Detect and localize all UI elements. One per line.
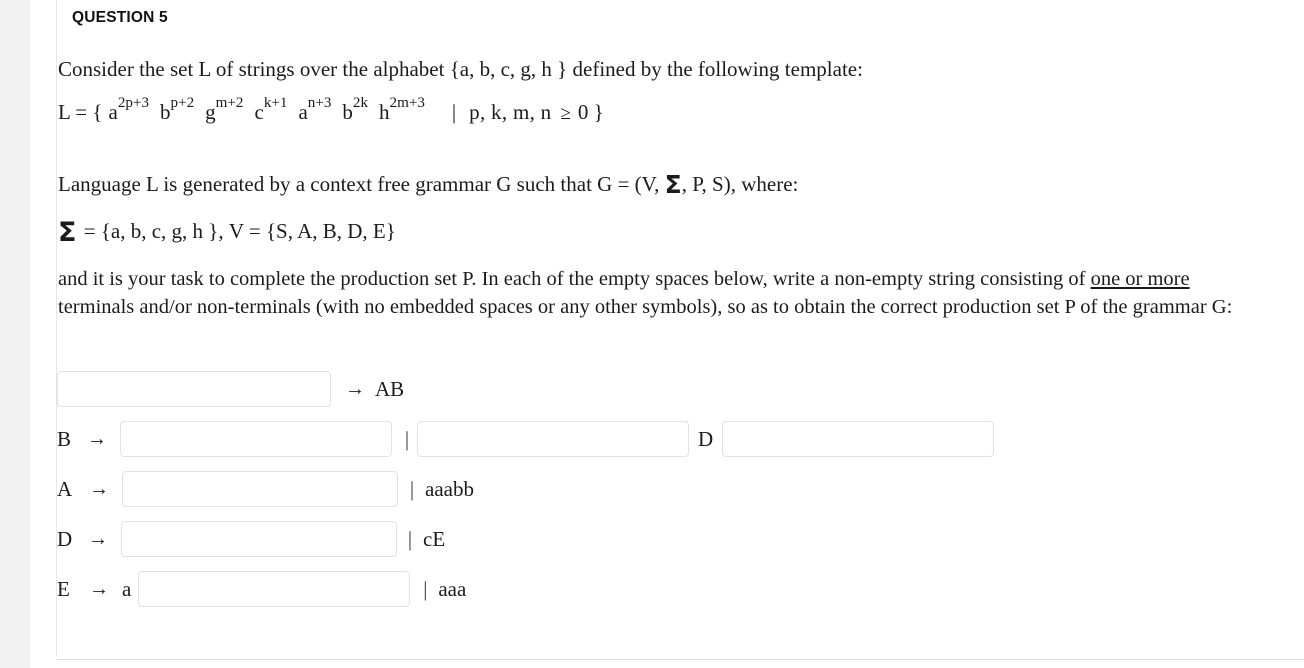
template-bound: 0 } [577, 100, 604, 124]
sigma-icon: Σ [58, 217, 77, 248]
template-separator: | [451, 100, 457, 124]
template-term-1: bp+2 [160, 95, 195, 124]
arrow-icon-d: → [88, 527, 108, 550]
production-blank-d-1[interactable] [121, 521, 397, 557]
sigma-icon-inline: Σ [664, 170, 682, 199]
template-term-3: ck+1 [254, 95, 288, 124]
arrow-icon-b: → [87, 427, 107, 450]
grammar-sentence-suffix: , P, S), where: [681, 172, 799, 196]
production-lhs-b: B [57, 426, 72, 451]
template-relation: ≥ [560, 103, 571, 124]
template-term-2: gm+2 [205, 95, 244, 124]
production-blank-b-1[interactable] [120, 421, 392, 457]
page-title: QUESTION 5 [72, 9, 168, 26]
production-pipe-d: | [407, 526, 413, 551]
production-alt-s: AB [375, 376, 405, 401]
production-blank-b-3[interactable] [722, 421, 995, 457]
production-midlabel-b: D [698, 426, 714, 451]
production-lhs-e: E [57, 576, 70, 601]
arrow-icon-e: → [89, 577, 109, 600]
production-blank-s-1[interactable] [57, 371, 331, 407]
production-pipe-e: | [423, 576, 428, 601]
template-term-0: a2p+3 [108, 95, 149, 124]
grammar-sentence-prefix: Language L is generated by a context fre… [58, 172, 665, 196]
production-row-b: B → | D [57, 420, 995, 458]
template-variables: p, k, m, n [469, 100, 552, 124]
intro-sentence: Consider the set L of strings over the a… [58, 57, 863, 81]
task-instructions-part2: terminals and/or non-terminals (with no … [58, 295, 1233, 318]
task-instructions-part1: and it is your task to complete the prod… [58, 268, 1091, 290]
production-pipe-a: | [409, 476, 415, 501]
template-lhs: L = { [58, 100, 103, 124]
template-term-4: an+3 [298, 95, 332, 124]
question-page: QUESTION 5 Consider the set L of strings… [57, 0, 1304, 668]
production-blank-e-1[interactable] [138, 571, 411, 607]
production-pipe-b-1: | [404, 426, 410, 451]
arrow-icon-a: → [89, 477, 109, 500]
production-lhs-a: A [57, 476, 73, 501]
grammar-sentence: Language L is generated by a context fre… [58, 171, 798, 199]
production-row-s: → AB [57, 370, 404, 408]
template-term-5: b2k [342, 95, 369, 124]
production-row-a: A → | aaabb [57, 470, 474, 508]
production-alt-e: aaa [438, 576, 467, 601]
arrow-icon-s: → [345, 377, 365, 400]
task-instructions-emphasis: one or more [1090, 268, 1190, 290]
production-lhs-d: D [57, 526, 73, 551]
production-row-d: D → | cE [57, 520, 445, 558]
production-prefix-e: a [122, 576, 132, 601]
template-term-6: h2m+3 [379, 95, 425, 124]
language-template: L = {a2p+3 bp+2 gm+2 ck+1 an+3 b2k h2m+3 | p, k,… [58, 95, 604, 124]
production-alt-a: aaabb [425, 476, 474, 501]
production-blank-b-2[interactable] [417, 421, 689, 457]
alphabet-definition-text: = {a, b, c, g, h }, V = {S, A, B, D, E} [78, 219, 396, 243]
production-blank-a-1[interactable] [122, 471, 398, 507]
task-instructions: and it is your task to complete the prod… [58, 266, 1238, 321]
alphabet-definition: Σ = {a, b, c, g, h }, V = {S, A, B, D, E… [58, 218, 396, 247]
production-alt-d: cE [423, 526, 446, 551]
page-left-gutter [0, 0, 30, 668]
production-row-e: E → a | aaa [57, 570, 466, 608]
